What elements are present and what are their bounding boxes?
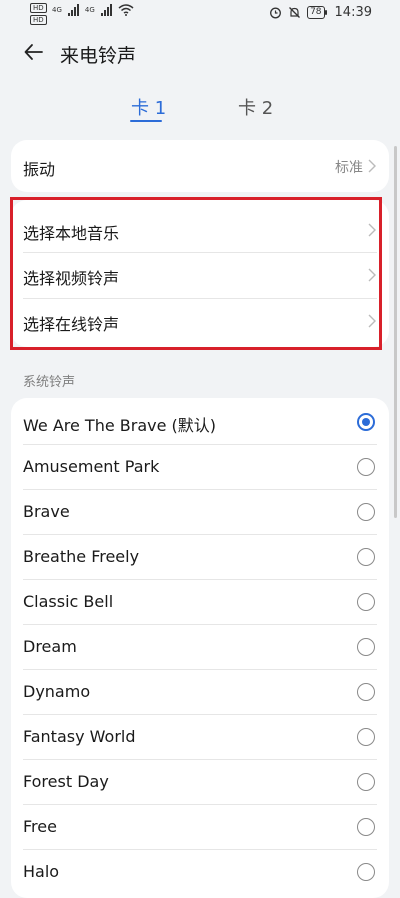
vibration-value: 标准 xyxy=(335,160,363,176)
wifi-icon xyxy=(118,4,134,16)
highlight-box xyxy=(10,197,382,350)
hd-indicators: HD HD xyxy=(30,3,47,25)
radio-selected[interactable] xyxy=(357,413,375,431)
radio-unselected[interactable] xyxy=(357,503,375,521)
sim-tabs: 卡 1 卡 2 xyxy=(0,90,400,130)
hd-icon: HD xyxy=(30,15,47,25)
radio-unselected[interactable] xyxy=(357,638,375,656)
ringtone-label: Dream xyxy=(23,637,77,656)
radio-unselected[interactable] xyxy=(357,593,375,611)
ringtone-item[interactable]: Classic Bell xyxy=(11,580,389,625)
radio-unselected[interactable] xyxy=(357,818,375,836)
tab-indicator xyxy=(130,120,162,122)
system-ringtone-list: We Are The Brave (默认) Amusement Park Bra… xyxy=(11,398,389,898)
ringtone-item[interactable]: Brave xyxy=(11,490,389,535)
back-button[interactable] xyxy=(22,40,50,68)
tab-sim-2[interactable]: 卡 2 xyxy=(238,94,273,120)
mute-bell-icon xyxy=(289,7,301,18)
ringtone-label: Free xyxy=(23,817,57,836)
radio-unselected[interactable] xyxy=(357,728,375,746)
signal-group: 4G 4G xyxy=(52,4,134,16)
network-type: 4G xyxy=(52,6,62,14)
radio-unselected[interactable] xyxy=(357,548,375,566)
radio-unselected[interactable] xyxy=(357,683,375,701)
scrollbar[interactable] xyxy=(394,146,397,518)
ringtone-label: Breathe Freely xyxy=(23,547,140,566)
section-title: 系统铃声 xyxy=(23,375,76,390)
ringtone-label: Forest Day xyxy=(23,772,109,791)
ringtone-label: We Are The Brave (默认) xyxy=(23,416,217,435)
page-title: 来电铃声 xyxy=(60,45,137,67)
ringtone-item[interactable]: Fantasy World xyxy=(11,715,389,760)
ringtone-item[interactable]: Dream xyxy=(11,625,389,670)
ringtone-label: Fantasy World xyxy=(23,727,136,746)
ringtone-item[interactable]: Amusement Park xyxy=(11,445,389,490)
signal-icon xyxy=(100,4,112,16)
chevron-right-icon xyxy=(368,159,376,173)
alarm-icon xyxy=(270,7,282,19)
arrow-left-icon xyxy=(24,44,43,60)
ringtone-label: Dynamo xyxy=(23,682,91,701)
battery-icon: 78 xyxy=(307,6,328,19)
clock: 14:39 xyxy=(334,5,372,20)
header: 来电铃声 xyxy=(0,30,400,80)
vibration-label: 振动 xyxy=(23,160,56,179)
ringtone-label: Classic Bell xyxy=(23,592,114,611)
hd-icon: HD xyxy=(30,3,47,13)
radio-unselected[interactable] xyxy=(357,773,375,791)
status-right: 78 14:39 xyxy=(269,5,372,20)
tab-sim-1[interactable]: 卡 1 xyxy=(131,94,166,120)
vibration-row[interactable]: 振动 标准 xyxy=(11,144,389,189)
ringtone-item[interactable]: Dynamo xyxy=(11,670,389,715)
radio-unselected[interactable] xyxy=(357,458,375,476)
network-type: 4G xyxy=(84,6,95,14)
ringtone-item[interactable]: Breathe Freely xyxy=(11,535,389,580)
vibration-card: 振动 标准 xyxy=(11,140,389,192)
ringtone-label: Halo xyxy=(23,862,60,881)
radio-unselected[interactable] xyxy=(357,863,375,881)
ringtone-item[interactable]: Free xyxy=(11,805,389,850)
ringtone-item[interactable]: Halo xyxy=(11,850,389,895)
ringtone-item[interactable]: We Are The Brave (默认) xyxy=(11,400,389,445)
status-bar: HD HD 4G 4G 78 14:39 xyxy=(0,0,400,28)
ringtone-label: Amusement Park xyxy=(23,457,160,476)
ringtone-item[interactable]: Forest Day xyxy=(11,760,389,805)
signal-icon xyxy=(67,4,79,16)
ringtone-label: Brave xyxy=(23,502,70,521)
